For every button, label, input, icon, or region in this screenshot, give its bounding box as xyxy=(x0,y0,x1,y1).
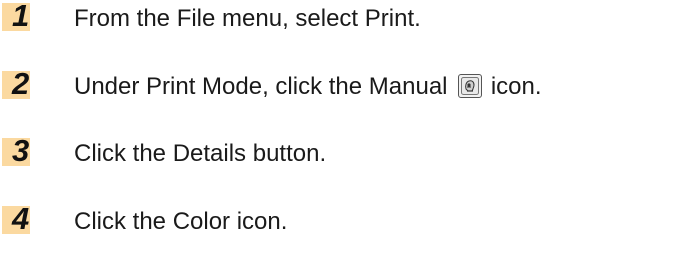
step-number-badge: 4 xyxy=(2,201,30,236)
step-text-after-icon: icon. xyxy=(490,73,542,100)
step-4: 4 Click the Color icon. xyxy=(0,201,696,238)
step-number: 4 xyxy=(12,201,30,236)
step-2: 2 Under Print Mode, click the Manual ico… xyxy=(0,66,696,103)
step-number: 1 xyxy=(12,0,30,33)
manual-mode-icon xyxy=(458,74,483,98)
step-number-badge: 2 xyxy=(2,66,30,101)
step-text: Click the Color icon. xyxy=(74,208,288,235)
instruction-steps: 1 From the File menu, select Print. 2 Un… xyxy=(0,0,696,265)
step-number: 2 xyxy=(12,66,30,101)
step-3: 3 Click the Details button. xyxy=(0,133,696,170)
step-number-badge: 1 xyxy=(2,0,30,33)
step-text: Click the Details button. xyxy=(74,140,327,167)
step-1: 1 From the File menu, select Print. xyxy=(0,0,696,35)
step-text-before-icon: Under Print Mode, click the Manual xyxy=(74,73,448,100)
step-number: 3 xyxy=(12,133,30,168)
step-number-badge: 3 xyxy=(2,133,30,168)
step-text: Under Print Mode, click the Manual icon. xyxy=(74,74,542,100)
manual-mode-icon-glyph xyxy=(461,77,480,95)
step-text: From the File menu, select Print. xyxy=(74,5,421,32)
